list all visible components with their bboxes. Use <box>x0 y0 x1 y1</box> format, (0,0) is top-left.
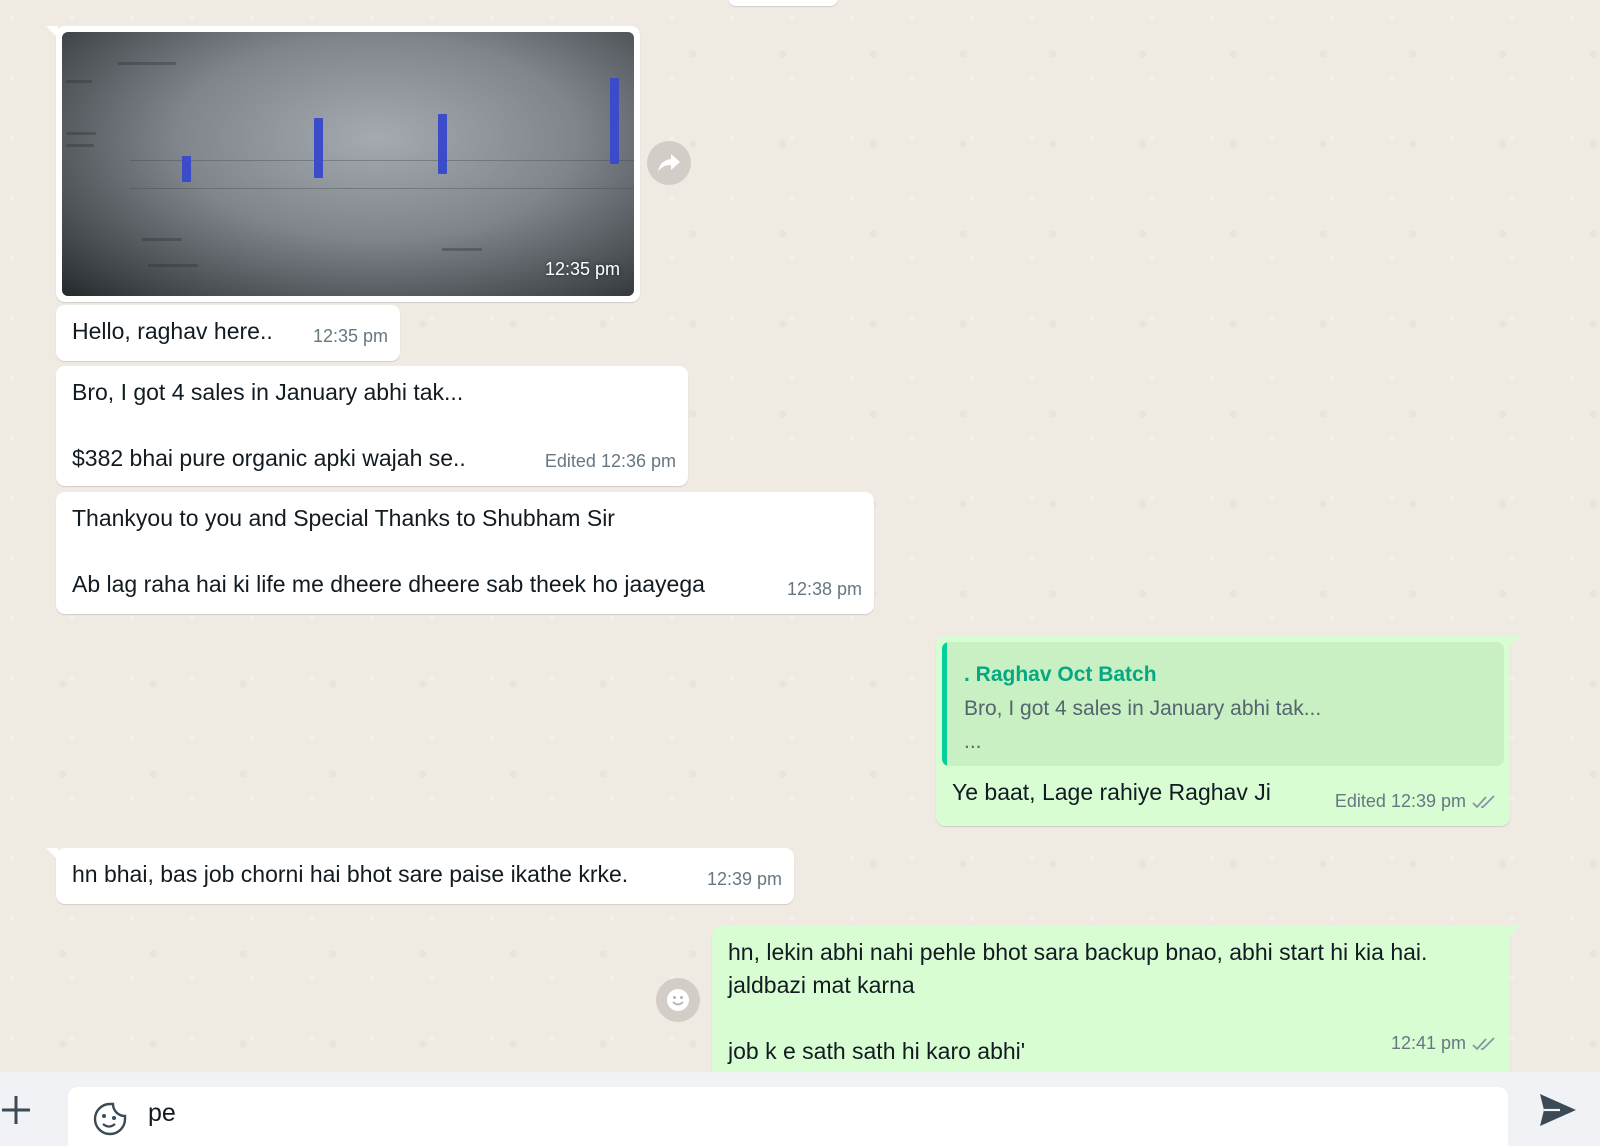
plus-icon <box>2 1096 30 1124</box>
incoming-message[interactable]: Hello, raghav here.. 12:35 pm <box>56 305 400 361</box>
chart-photo[interactable]: 12:35 pm <box>62 32 634 296</box>
message-composer <box>68 1087 1508 1146</box>
emoji-icon <box>667 989 689 1011</box>
message-text: Thankyou to you and Special Thanks to Sh… <box>72 505 705 597</box>
message-timestamp: Edited 12:39 pm <box>1335 785 1498 818</box>
message-text: hn bhai, bas job chorni hai bhot sare pa… <box>72 861 629 887</box>
double-check-icon <box>1472 794 1495 808</box>
bubble-tail <box>46 848 58 860</box>
double-check-icon <box>1472 1036 1495 1050</box>
outgoing-message[interactable]: hn, lekin abhi nahi pehle bhot sara back… <box>712 926 1520 1072</box>
quote-accent-bar <box>942 642 947 766</box>
incoming-message[interactable]: Thankyou to you and Special Thanks to Sh… <box>56 492 874 614</box>
sticker-icon <box>93 1102 127 1136</box>
outgoing-reply-message[interactable]: . Raghav Oct Batch Bro, I got 4 sales in… <box>936 636 1520 826</box>
quote-text: Bro, I got 4 sales in January abhi tak..… <box>964 697 1322 753</box>
bubble-tail <box>1508 926 1520 938</box>
incoming-message[interactable]: hn bhai, bas job chorni hai bhot sare pa… <box>46 848 794 904</box>
message-timestamp: 12:38 pm <box>786 579 862 599</box>
attach-button[interactable] <box>0 1090 32 1130</box>
photo-bar <box>438 114 447 174</box>
react-button[interactable] <box>656 978 700 1022</box>
quoted-message[interactable]: . Raghav Oct Batch Bro, I got 4 sales in… <box>942 642 1504 766</box>
message-timestamp: 12:39 pm <box>706 869 782 889</box>
previous-message-stub <box>728 0 838 6</box>
message-timestamp: 12:35 pm <box>312 326 388 346</box>
forward-icon <box>658 154 680 172</box>
bubble-tail <box>1508 636 1520 648</box>
send-icon <box>1540 1094 1576 1126</box>
message-timestamp: Edited 12:36 pm <box>544 451 676 471</box>
photo-bar <box>182 156 191 182</box>
bubble-tail <box>46 26 58 38</box>
incoming-message[interactable]: Bro, I got 4 sales in January abhi tak..… <box>56 366 688 486</box>
composer-bar <box>0 1072 1600 1146</box>
forward-button[interactable] <box>647 141 691 185</box>
message-input[interactable] <box>148 1099 1448 1128</box>
message-text: Hello, raghav here.. <box>72 318 273 344</box>
message-text: Bro, I got 4 sales in January abhi tak..… <box>72 379 466 471</box>
send-button[interactable] <box>1536 1090 1580 1130</box>
sticker-button[interactable] <box>92 1101 128 1137</box>
photo-bar <box>314 118 323 178</box>
quote-author: . Raghav Oct Batch <box>964 663 1157 686</box>
image-message[interactable]: 12:35 pm <box>46 26 640 302</box>
message-text: Ye baat, Lage rahiye Raghav Ji <box>952 779 1271 805</box>
image-timestamp: 12:35 pm <box>544 259 620 279</box>
photo-bar <box>610 78 619 164</box>
message-timestamp: 12:41 pm <box>1391 1027 1498 1060</box>
message-text: hn, lekin abhi nahi pehle bhot sara back… <box>728 939 1428 1064</box>
